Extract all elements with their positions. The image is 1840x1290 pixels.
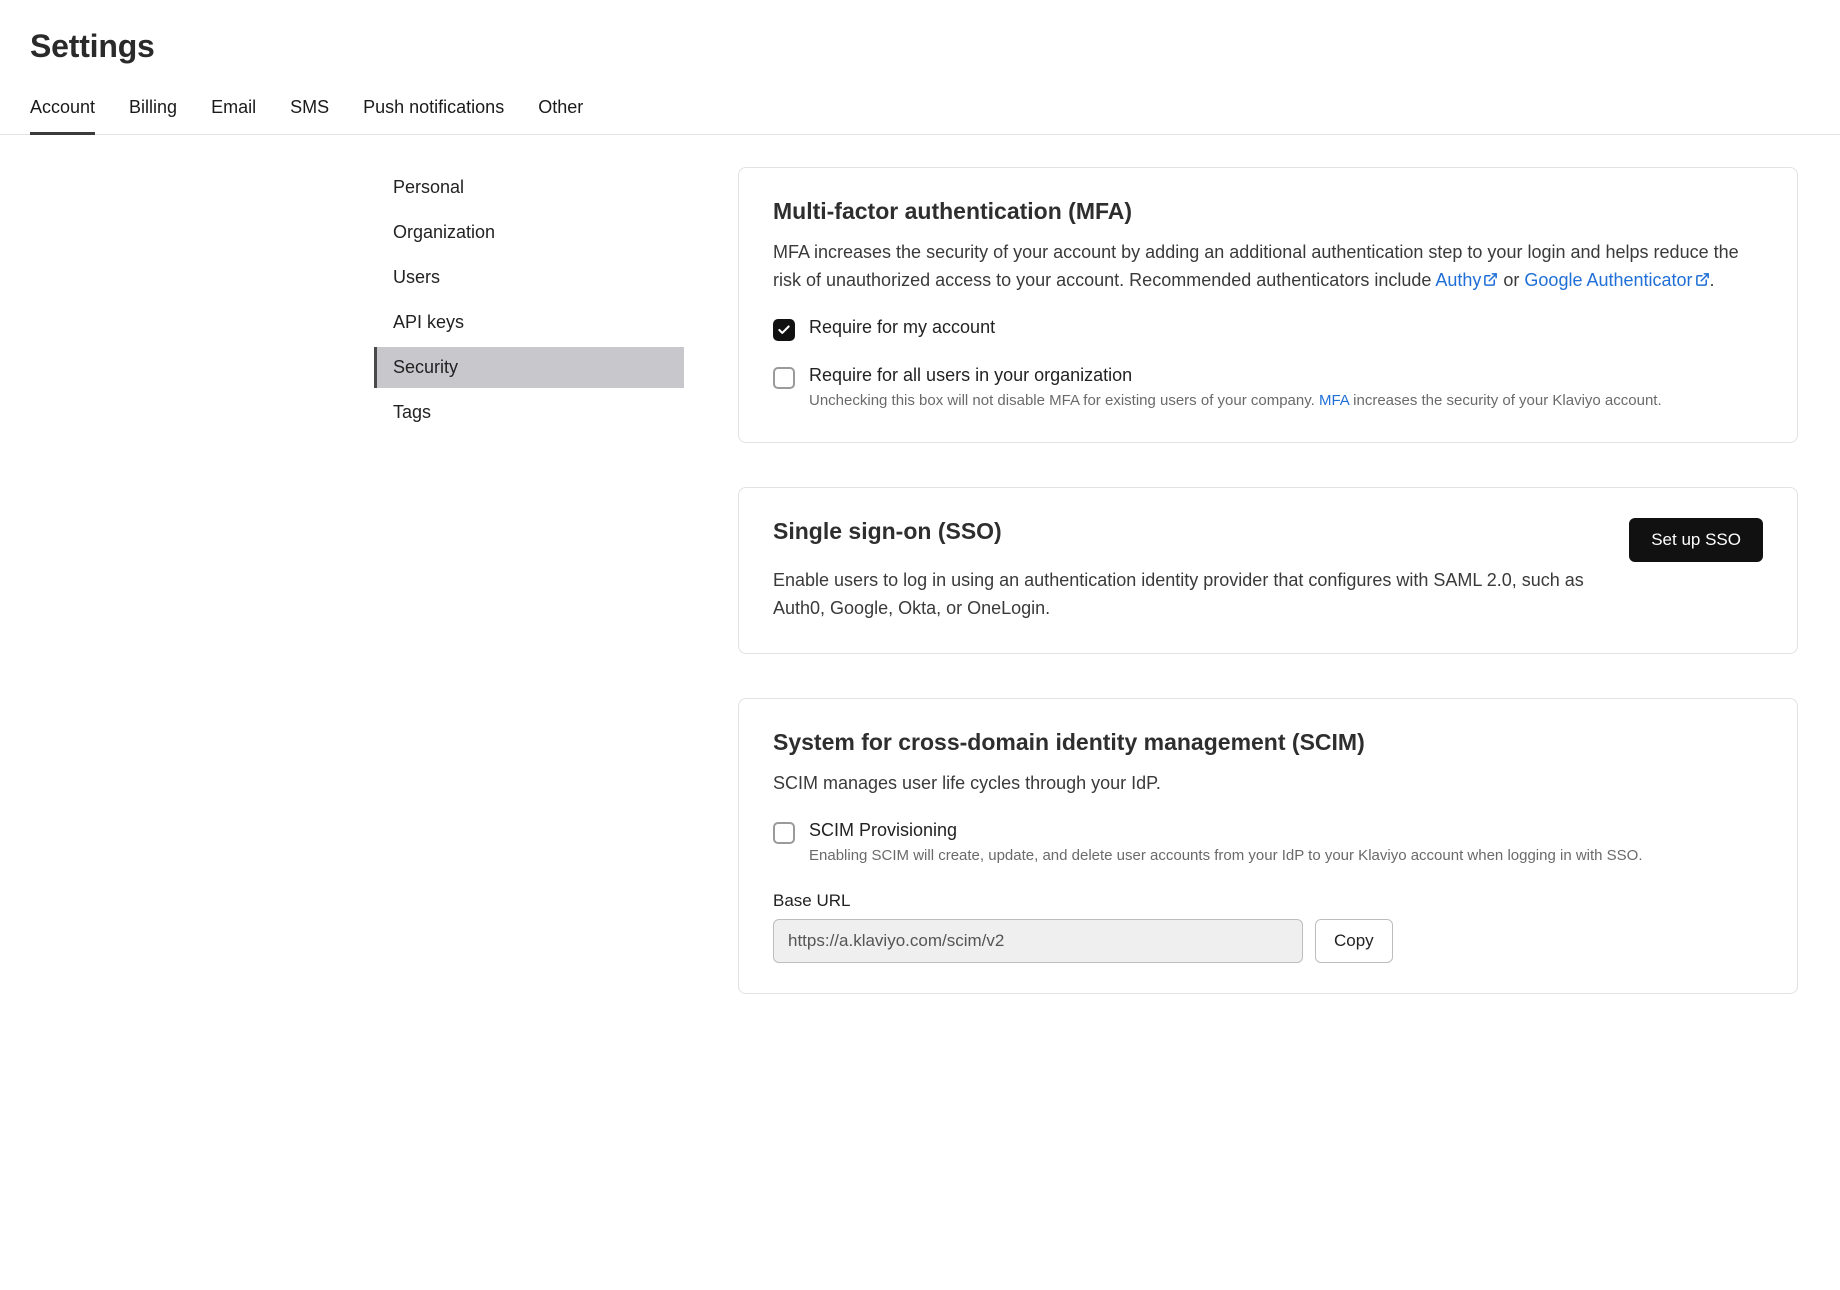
- google-authenticator-link[interactable]: Google Authenticator: [1524, 270, 1709, 290]
- authy-link[interactable]: Authy: [1435, 270, 1498, 290]
- mfa-require-org-row: Require for all users in your organizati…: [773, 365, 1763, 413]
- external-link-icon: [1695, 272, 1710, 287]
- mfa-title: Multi-factor authentication (MFA): [773, 198, 1763, 225]
- external-link-icon: [1483, 272, 1498, 287]
- sidebar-item-personal[interactable]: Personal: [374, 167, 684, 208]
- tab-sms[interactable]: SMS: [290, 89, 329, 135]
- mfa-require-org-subtext: Unchecking this box will not disable MFA…: [809, 390, 1763, 413]
- sidebar-item-organization[interactable]: Organization: [374, 212, 684, 253]
- copy-button[interactable]: Copy: [1315, 919, 1393, 963]
- scim-provisioning-row: SCIM Provisioning Enabling SCIM will cre…: [773, 820, 1763, 868]
- sidebar-item-security[interactable]: Security: [374, 347, 684, 388]
- main-content: Multi-factor authentication (MFA) MFA in…: [738, 167, 1798, 1038]
- mfa-description: MFA increases the security of your accou…: [773, 239, 1763, 295]
- sso-description: Enable users to log in using an authenti…: [773, 567, 1599, 623]
- mfa-or-text: or: [1498, 270, 1524, 290]
- base-url-input[interactable]: [773, 919, 1303, 963]
- sidebar-item-users[interactable]: Users: [374, 257, 684, 298]
- tab-billing[interactable]: Billing: [129, 89, 177, 135]
- mfa-require-self-label: Require for my account: [809, 317, 1763, 338]
- scim-provisioning-checkbox[interactable]: [773, 822, 795, 844]
- scim-provisioning-subtext: Enabling SCIM will create, update, and d…: [809, 845, 1763, 868]
- sidebar: Personal Organization Users API keys Sec…: [374, 167, 684, 1038]
- mfa-period: .: [1710, 270, 1715, 290]
- setup-sso-button[interactable]: Set up SSO: [1629, 518, 1763, 562]
- tab-other[interactable]: Other: [538, 89, 583, 135]
- mfa-require-org-checkbox[interactable]: [773, 367, 795, 389]
- scim-title: System for cross-domain identity managem…: [773, 729, 1763, 756]
- mfa-card: Multi-factor authentication (MFA) MFA in…: [738, 167, 1798, 443]
- sidebar-item-tags[interactable]: Tags: [374, 392, 684, 433]
- scim-card: System for cross-domain identity managem…: [738, 698, 1798, 994]
- mfa-help-link[interactable]: MFA: [1319, 392, 1349, 409]
- mfa-require-self-checkbox[interactable]: [773, 319, 795, 341]
- tab-push-notifications[interactable]: Push notifications: [363, 89, 504, 135]
- scim-description: SCIM manages user life cycles through yo…: [773, 770, 1763, 798]
- base-url-label: Base URL: [773, 891, 1763, 911]
- tab-account[interactable]: Account: [30, 89, 95, 135]
- mfa-require-self-row: Require for my account: [773, 317, 1763, 341]
- sso-card: Single sign-on (SSO) Enable users to log…: [738, 487, 1798, 654]
- page-title: Settings: [30, 28, 1810, 65]
- scim-provisioning-label: SCIM Provisioning: [809, 820, 1763, 841]
- tabs: Account Billing Email SMS Push notificat…: [0, 89, 1840, 135]
- mfa-require-org-label: Require for all users in your organizati…: [809, 365, 1763, 386]
- tab-email[interactable]: Email: [211, 89, 256, 135]
- sso-title: Single sign-on (SSO): [773, 518, 1599, 545]
- sidebar-item-api-keys[interactable]: API keys: [374, 302, 684, 343]
